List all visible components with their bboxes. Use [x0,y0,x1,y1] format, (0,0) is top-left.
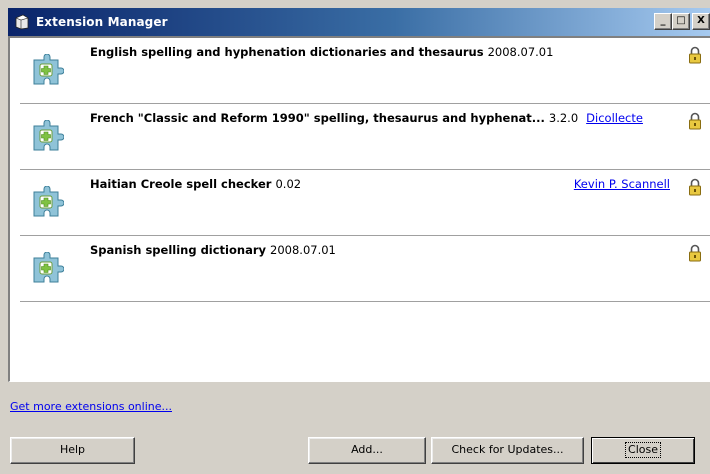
author-link[interactable]: Dicollecte [586,111,643,125]
list-item[interactable]: Haitian Creole spell checker 0.02 Kevin P… [20,170,710,236]
add-button[interactable]: Add... [308,437,426,464]
help-button[interactable]: Help [10,437,135,464]
extension-name: Spanish spelling dictionary [90,243,267,257]
extension-version: 3.2.0 [548,111,579,125]
close-window-button[interactable]: X [692,13,710,30]
app-icon [15,14,29,30]
get-more-extensions-link[interactable]: Get more extensions online... [10,400,172,413]
extension-list[interactable]: English spelling and hyphenation diction… [8,36,710,382]
lock-icon [689,112,701,130]
close-button-label: Close [625,442,661,458]
extension-manager-window: Extension Manager _ □ X English spelling… [0,0,710,474]
author-link[interactable]: Kevin P. Scannell [574,177,670,191]
list-item[interactable]: French "Classic and Reform 1990" spellin… [20,104,710,170]
extension-name: French "Classic and Reform 1990" spellin… [90,111,545,125]
extension-name: English spelling and hyphenation diction… [90,45,484,59]
minimize-button[interactable]: _ [654,13,672,30]
extension-version: 0.02 [275,177,302,191]
lock-icon [689,46,701,64]
maximize-button[interactable]: □ [672,13,690,30]
lock-icon [689,244,701,262]
puzzle-piece-icon [33,54,64,85]
extension-version: 2008.07.01 [270,243,336,257]
list-item[interactable]: Spanish spelling dictionary 2008.07.01 [20,236,710,302]
lock-icon [689,178,701,196]
close-button[interactable]: Close [591,437,695,464]
puzzle-piece-icon [33,120,64,151]
extension-name: Haitian Creole spell checker [90,177,272,191]
list-item[interactable]: English spelling and hyphenation diction… [20,38,710,104]
extension-version: 2008.07.01 [487,45,554,59]
puzzle-piece-icon [33,186,64,217]
puzzle-piece-icon [33,252,64,283]
check-for-updates-button[interactable]: Check for Updates... [431,437,584,464]
window-title: Extension Manager [36,15,168,29]
title-bar[interactable]: Extension Manager _ □ X [8,8,710,36]
